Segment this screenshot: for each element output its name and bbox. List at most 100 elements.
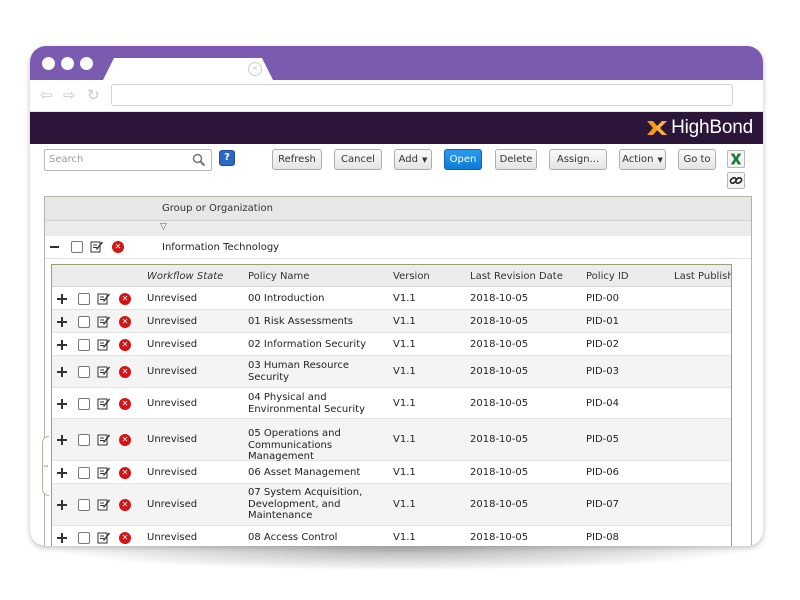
row-checkbox[interactable] [78,532,90,544]
link-icon[interactable] [727,172,745,189]
delete-icon[interactable]: ✕ [119,434,131,446]
edit-icon[interactable] [97,498,110,511]
workflow-state-cell: Unrevised [147,339,198,350]
help-icon[interactable]: ? [219,150,235,166]
browser-titlebar: ✕ [30,46,763,82]
row-checkbox[interactable] [78,398,90,410]
goto-button[interactable]: Go to [678,149,716,170]
delete-icon[interactable]: ✕ [119,499,131,511]
table-row[interactable]: ✕ Unrevised 03 Human Resource Security V1.1… [52,356,731,388]
revision-date-cell: 2018-10-05 [470,398,529,409]
expand-icon[interactable] [57,500,67,510]
window-maximize-dot[interactable] [80,57,93,70]
delete-icon[interactable]: ✕ [112,241,124,253]
column-header-workflow-state[interactable]: Workflow State [147,271,223,282]
delete-icon[interactable]: ✕ [119,366,131,378]
row-checkbox[interactable] [78,467,90,479]
group-column-header[interactable]: Group or Organization [162,203,273,214]
table-row[interactable]: ✕ Unrevised 05 Operations and Communicatio… [52,419,731,462]
policy-name-cell: 01 Risk Assessments [248,316,354,327]
delete-icon[interactable]: ✕ [119,316,131,328]
delete-icon[interactable]: ✕ [119,293,131,305]
group-row[interactable]: ✕ Information Technology [45,236,751,259]
table-row[interactable]: ✕ Unrevised 08 Access Control V1.1 2018-10-0… [52,526,731,546]
refresh-button[interactable]: Refresh [272,149,322,170]
add-button-label: Add [398,154,418,165]
edit-icon[interactable] [97,365,110,378]
expand-icon[interactable] [57,367,67,377]
assign-button[interactable]: Assign... [549,149,607,170]
collapse-icon[interactable] [50,246,59,248]
edit-icon[interactable] [97,466,110,479]
column-header-last-revision-date[interactable]: Last Revision Date [470,271,563,282]
revision-date-cell: 2018-10-05 [470,499,529,510]
search-input[interactable]: Search [44,149,212,171]
table-row[interactable]: ✕ Unrevised 04 Physical and Environmental … [52,388,731,419]
row-checkbox[interactable] [78,499,90,511]
policy-name-cell: 07 System Acquisition, Development, and … [248,487,363,521]
column-header-policy-id[interactable]: Policy ID [586,271,629,282]
row-checkbox[interactable] [78,316,90,328]
expand-icon[interactable] [57,435,67,445]
table-row[interactable]: ✕ Unrevised 06 Asset Management V1.1 2018-10… [52,461,731,484]
open-button[interactable]: Open [444,149,482,170]
workflow-state-cell: Unrevised [147,434,198,445]
edit-icon[interactable] [97,315,110,328]
column-header-last-published[interactable]: Last Publishe [674,271,731,282]
delete-icon[interactable]: ✕ [119,467,131,479]
window-minimize-dot[interactable] [61,57,74,70]
tab-close-icon[interactable]: ✕ [248,62,262,76]
add-button[interactable]: Add ▼ [394,149,432,170]
expand-icon[interactable] [57,399,67,409]
toolbar: Search ? Refresh Cancel Add ▼ Open Delete… [30,144,763,190]
edit-icon[interactable] [97,338,110,351]
policy-id-cell: PID-05 [586,434,620,445]
filter-icon[interactable]: ▽ [160,222,167,232]
screenshot-stage: ✕ ⇦ ⇨ ↻ HighBond Search ? Refresh Cancel… [0,0,800,600]
chain-link-icon [729,176,743,185]
table-row[interactable]: ✕ Unrevised 01 Risk Assessments V1.1 2018-10… [52,310,731,333]
highbond-logo: HighBond [645,117,753,139]
table-row[interactable]: ✕ Unrevised 02 Information Security V1.1 201… [52,333,731,356]
expand-icon[interactable] [57,340,67,350]
edit-icon[interactable] [90,240,103,253]
back-arrow-icon[interactable]: ⇦ [40,86,53,104]
search-icon[interactable] [192,153,206,167]
column-header-policy-name[interactable]: Policy Name [248,271,309,282]
table-row[interactable]: ✕ Unrevised 00 Introduction V1.1 2018-10-05 P… [52,287,731,310]
delete-icon[interactable]: ✕ [119,339,131,351]
expand-icon[interactable] [57,468,67,478]
address-bar[interactable] [111,84,733,106]
edit-icon[interactable] [97,292,110,305]
table-row[interactable]: ✕ Unrevised 07 System Acquisition, Develop… [52,484,731,526]
cancel-button[interactable]: Cancel [334,149,382,170]
workflow-state-cell: Unrevised [147,398,198,409]
side-panel-handle[interactable]: ‹› [42,436,49,496]
policy-name-cell: 00 Introduction [248,293,325,304]
row-checkbox[interactable] [78,366,90,378]
expand-icon[interactable] [57,317,67,327]
excel-icon [730,153,742,165]
action-button[interactable]: Action ▼ [619,149,666,170]
policy-id-cell: PID-08 [586,532,620,543]
column-header-version[interactable]: Version [393,271,430,282]
edit-icon[interactable] [97,531,110,544]
row-checkbox[interactable] [78,293,90,305]
row-checkbox[interactable] [78,434,90,446]
delete-button[interactable]: Delete [495,149,537,170]
edit-icon[interactable] [97,397,110,410]
expand-icon[interactable] [57,294,67,304]
policy-id-cell: PID-06 [586,467,620,478]
policy-name-cell: 06 Asset Management [248,467,361,478]
row-checkbox[interactable] [78,339,90,351]
reload-icon[interactable]: ↻ [87,86,100,104]
delete-icon[interactable]: ✕ [119,532,131,544]
forward-arrow-icon[interactable]: ⇨ [63,86,76,104]
excel-export-icon[interactable] [727,150,745,168]
group-checkbox[interactable] [71,241,83,253]
delete-icon[interactable]: ✕ [119,398,131,410]
expand-icon[interactable] [57,533,67,543]
workflow-state-cell: Unrevised [147,316,198,327]
edit-icon[interactable] [97,433,110,446]
window-close-dot[interactable] [42,57,55,70]
